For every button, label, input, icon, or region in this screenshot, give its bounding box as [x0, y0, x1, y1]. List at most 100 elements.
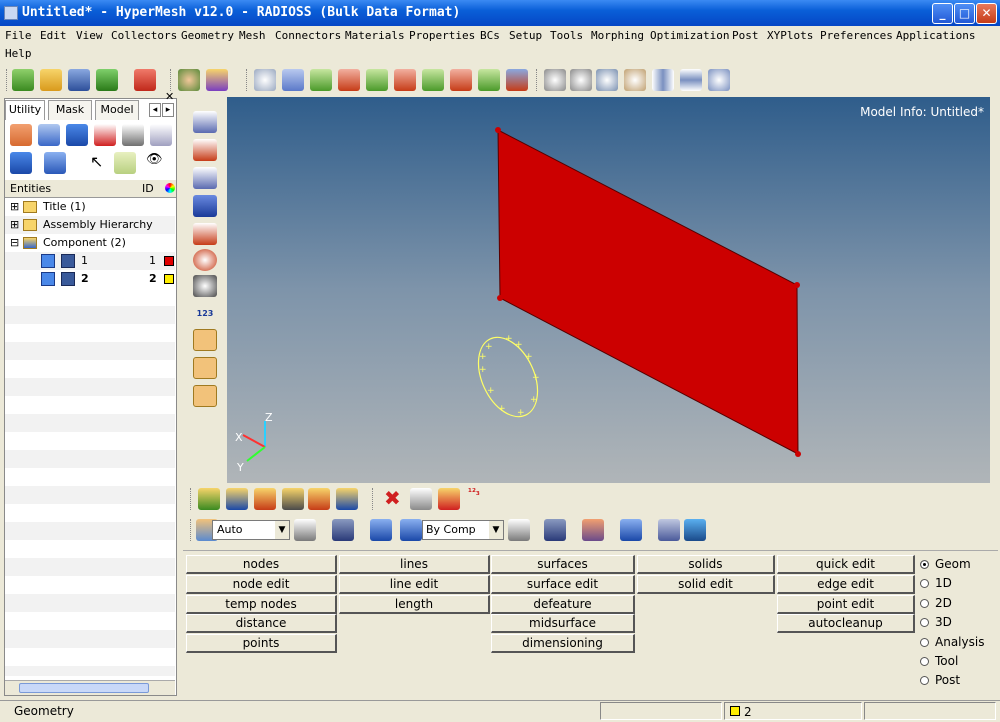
- defeature-button[interactable]: defeature: [491, 595, 635, 614]
- show-hide-eye-icon[interactable]: 👁: [146, 152, 163, 167]
- point-edit-button[interactable]: point edit: [777, 595, 915, 614]
- lines-button[interactable]: lines: [339, 555, 490, 574]
- hierarchy-icon[interactable]: [38, 124, 60, 146]
- tree-row-comp-2[interactable]: 22: [5, 270, 175, 288]
- save-file-icon[interactable]: [68, 69, 90, 91]
- zoom-window-icon[interactable]: [544, 69, 566, 91]
- chevron-down-icon[interactable]: ▼: [275, 521, 289, 539]
- menu-geometry[interactable]: Geometry: [181, 29, 234, 42]
- nodes-button[interactable]: nodes: [186, 555, 337, 574]
- menu-connectors[interactable]: Connectors: [275, 29, 341, 42]
- distance-button[interactable]: distance: [186, 614, 337, 633]
- previous-view-icon[interactable]: [282, 69, 304, 91]
- rotate-vertical-icon[interactable]: [680, 69, 702, 91]
- mode-1d-radio[interactable]: 1D: [920, 574, 952, 592]
- entities-column-header[interactable]: Entities: [10, 180, 51, 198]
- color-column-icon[interactable]: [165, 183, 175, 193]
- spin-icon[interactable]: [708, 69, 730, 91]
- graphics-viewport[interactable]: Model Info: Untitled* + + + + + + + + + + + Z X Y: [227, 97, 990, 483]
- by-comp-icon[interactable]: [400, 519, 422, 541]
- tab-utility[interactable]: Utility: [5, 100, 45, 120]
- delete-entity-icon[interactable]: [94, 124, 116, 146]
- menu-morphing[interactable]: Morphing: [591, 29, 644, 42]
- autocleanup-button[interactable]: autocleanup: [777, 614, 915, 633]
- mode-analysis-radio[interactable]: Analysis: [920, 633, 984, 651]
- menu-materials[interactable]: Materials: [345, 29, 405, 42]
- wireframe-icon[interactable]: [193, 167, 217, 189]
- open-file-icon[interactable]: [40, 69, 62, 91]
- view-yz-icon[interactable]: [450, 69, 472, 91]
- chevron-down-icon[interactable]: ▼: [489, 521, 503, 539]
- menu-applications[interactable]: Applications: [896, 29, 975, 42]
- menu-edit[interactable]: Edit: [40, 29, 67, 42]
- view-yx-icon[interactable]: [338, 69, 360, 91]
- surface-tool-icon[interactable]: [193, 111, 217, 133]
- surface-vertex[interactable]: [497, 295, 503, 301]
- component-view-icon[interactable]: [10, 124, 32, 146]
- plane-view-icon[interactable]: [193, 385, 217, 407]
- new-file-icon[interactable]: [12, 69, 34, 91]
- red-surface[interactable]: [497, 129, 799, 455]
- import-icon[interactable]: [96, 69, 118, 91]
- label-abc-icon[interactable]: [193, 329, 217, 351]
- numbers-123-icon[interactable]: 123: [193, 303, 217, 325]
- shaded-icon[interactable]: [193, 195, 217, 217]
- quick-edit-button[interactable]: quick edit: [777, 555, 915, 574]
- property-create-icon[interactable]: [282, 488, 304, 510]
- current-component-field[interactable]: 2: [724, 702, 862, 720]
- export-icon[interactable]: [134, 69, 156, 91]
- solid-edit-button[interactable]: solid edit: [637, 575, 775, 594]
- surfaces-button[interactable]: surfaces: [491, 555, 635, 574]
- mode-geom-radio[interactable]: Geom: [920, 555, 971, 573]
- menu-preferences[interactable]: Preferences: [820, 29, 893, 42]
- node-edit-button[interactable]: node edit: [186, 575, 337, 594]
- tree-row-component[interactable]: ⊟ Component (2): [5, 234, 175, 252]
- tab-mask[interactable]: Mask: [48, 100, 92, 120]
- color-swatch-red[interactable]: [164, 256, 174, 266]
- length-button[interactable]: length: [339, 595, 490, 614]
- select-cursor-icon[interactable]: ↖: [90, 152, 103, 171]
- view-xy-icon[interactable]: [310, 69, 332, 91]
- rotate-horizontal-icon[interactable]: [652, 69, 674, 91]
- feature-line-icon[interactable]: [294, 519, 316, 541]
- load-collector-icon[interactable]: [308, 488, 330, 510]
- menu-collectors[interactable]: Collectors: [111, 29, 177, 42]
- temp-nodes-button[interactable]: temp nodes: [186, 595, 337, 614]
- tree-row-title[interactable]: ⊞ Title (1): [5, 198, 175, 216]
- material-create-icon[interactable]: [254, 488, 276, 510]
- monitor-icon[interactable]: [684, 519, 706, 541]
- color-swatch-yellow[interactable]: [164, 274, 174, 284]
- view-zy-icon[interactable]: [422, 69, 444, 91]
- mode-2d-radio[interactable]: 2D: [920, 594, 952, 612]
- line-edit-button[interactable]: line edit: [339, 575, 490, 594]
- pan-hand-icon[interactable]: [624, 69, 646, 91]
- menu-setup[interactable]: Setup: [509, 29, 542, 42]
- mode-post-radio[interactable]: Post: [920, 671, 960, 689]
- view-menu-icon[interactable]: [506, 69, 528, 91]
- dimensioning-button[interactable]: dimensioning: [491, 634, 635, 653]
- menu-view[interactable]: View: [76, 29, 103, 42]
- view-xz-icon[interactable]: [394, 69, 416, 91]
- auto-dropdown[interactable]: Auto ▼: [212, 520, 290, 540]
- surface-vertex[interactable]: [795, 451, 801, 457]
- horizontal-scrollbar[interactable]: [5, 680, 175, 695]
- scroll-thumb[interactable]: [19, 683, 149, 693]
- surface-edit-button[interactable]: surface edit: [491, 575, 635, 594]
- id-column-header[interactable]: ID: [142, 180, 154, 198]
- renumber-icon[interactable]: ¹²₃: [468, 488, 480, 498]
- zoom-circle-icon[interactable]: [570, 69, 592, 91]
- copy-icon[interactable]: [410, 488, 432, 510]
- label-abc-delete-icon[interactable]: [193, 357, 217, 379]
- close-button[interactable]: ✕: [976, 3, 997, 24]
- reorder-icon[interactable]: [438, 488, 460, 510]
- mode-tool-radio[interactable]: Tool: [920, 652, 958, 670]
- menu-tools[interactable]: Tools: [550, 29, 583, 42]
- tree-row-assembly[interactable]: ⊞ Assembly Hierarchy: [5, 216, 175, 234]
- midsurface-button[interactable]: midsurface: [491, 614, 635, 633]
- solids-button[interactable]: solids: [637, 555, 775, 574]
- settings-icon[interactable]: [150, 124, 172, 146]
- transparency-icon[interactable]: [193, 223, 217, 245]
- view-zx-icon[interactable]: [366, 69, 388, 91]
- zoom-icon[interactable]: [254, 69, 276, 91]
- review-icon[interactable]: [114, 152, 136, 174]
